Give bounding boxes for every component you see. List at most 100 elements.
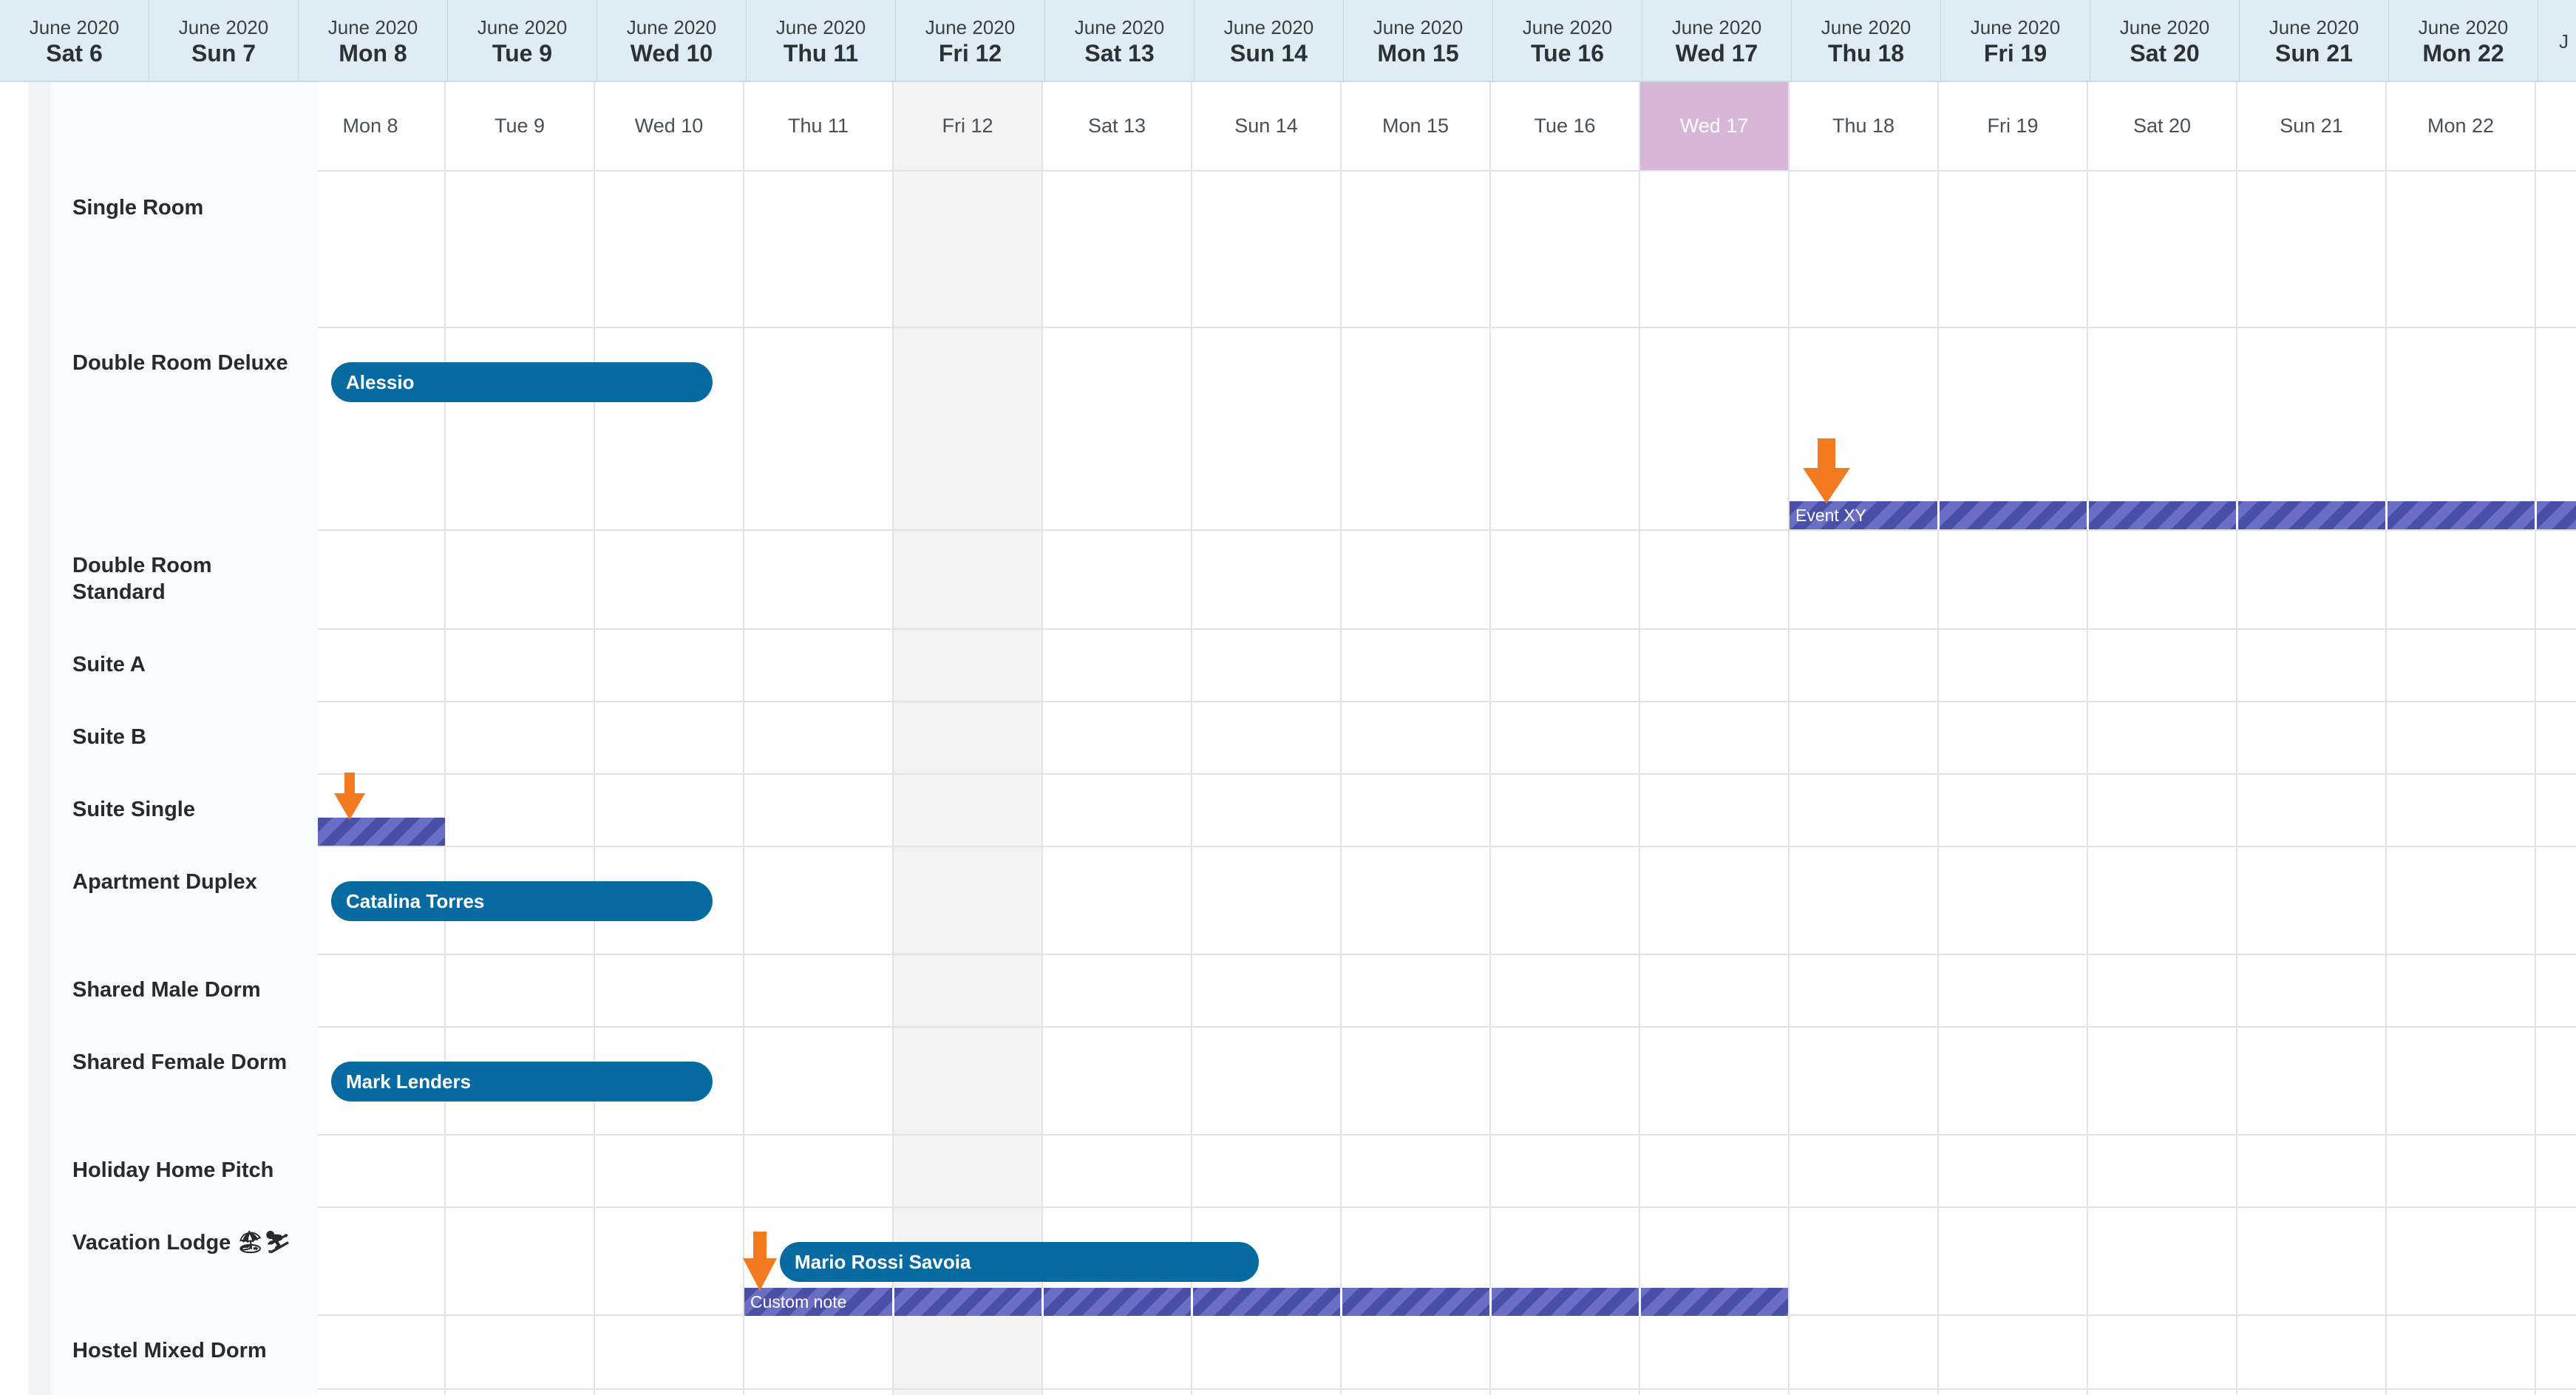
day-label: Mon 15 — [1377, 39, 1459, 67]
day-subheader: Tue 9 — [494, 115, 546, 137]
day-separator — [2385, 501, 2388, 529]
day-subheader: Sat 20 — [2132, 115, 2192, 137]
room-label[interactable]: Hostel Mixed Dorm — [72, 1337, 309, 1364]
row-line — [318, 1026, 2576, 1028]
grid-line — [1191, 82, 1192, 1395]
date-header-col[interactable]: June 2020 Sun 14 — [1194, 0, 1344, 82]
date-header-col[interactable]: June 2020 Mon 8 — [299, 0, 448, 82]
day-subheader: Wed 10 — [634, 115, 704, 137]
day-label: Sun 14 — [1230, 39, 1308, 67]
month-label: June 2020 — [178, 16, 269, 38]
grid-line — [1937, 82, 1939, 1395]
day-separator — [1191, 1288, 1193, 1316]
grid-line — [2535, 82, 2536, 1395]
row-line — [318, 1206, 2576, 1208]
grid-line — [2236, 82, 2237, 1395]
month-label: June 2020 — [29, 16, 120, 38]
event-label: Event XY — [1795, 506, 1866, 525]
month-label: June 2020 — [1373, 16, 1464, 38]
month-label: June 2020 — [626, 16, 717, 38]
day-label: Thu 11 — [783, 39, 859, 67]
day-separator — [1041, 1288, 1044, 1316]
date-header-col[interactable]: June 2020 Tue 9 — [448, 0, 597, 82]
day-label: Tue 9 — [492, 39, 553, 67]
day-subheader: Sun 14 — [1234, 115, 1298, 137]
event-bar[interactable] — [318, 818, 445, 846]
room-label[interactable]: Double Room Deluxe — [72, 350, 309, 376]
month-label: June 2020 — [1074, 16, 1165, 38]
month-label: June 2020 — [1970, 16, 2061, 38]
room-list: Single Room Double Room Deluxe Double Ro… — [50, 82, 318, 1395]
date-header-col[interactable]: June 2020 Mon 22 — [2389, 0, 2538, 82]
day-separator — [1340, 1288, 1342, 1316]
day-separator — [1639, 1288, 1641, 1316]
month-label: June 2020 — [327, 16, 418, 38]
room-label[interactable]: Apartment Duplex — [72, 869, 309, 895]
date-header-col[interactable]: June 2020 Sat 13 — [1045, 0, 1194, 82]
day-subheader: Tue 16 — [1534, 115, 1596, 137]
date-header-col[interactable]: June 2020 Sat 6 — [0, 0, 149, 82]
room-label[interactable]: Double Room Standard — [72, 552, 309, 605]
room-label[interactable]: Suite Single — [72, 796, 309, 823]
row-line — [318, 170, 2576, 172]
day-subheader: Mon 22 — [2427, 115, 2495, 137]
day-subheader: Sat 13 — [1087, 115, 1146, 137]
event-bar[interactable]: Custom note — [744, 1288, 1788, 1316]
grid-line — [892, 82, 894, 1395]
date-header-col[interactable]: June 2020 Fri 19 — [1941, 0, 2090, 82]
row-line — [318, 773, 2576, 775]
room-label[interactable]: Suite A — [72, 651, 309, 678]
date-header-col[interactable]: June 2020 Sun 21 — [2240, 0, 2389, 82]
room-label[interactable]: Holiday Home Pitch — [72, 1157, 309, 1184]
row-line — [318, 628, 2576, 630]
month-label: June 2020 — [925, 16, 1016, 38]
date-header-col[interactable]: June 2020 Wed 17 — [1642, 0, 1792, 82]
day-label: Thu 18 — [1827, 39, 1905, 67]
date-header-col[interactable]: June 2020 Thu 18 — [1792, 0, 1941, 82]
grid-line — [2087, 82, 2088, 1395]
date-header-col[interactable]: June 2020 Tue 16 — [1493, 0, 1642, 82]
date-header-col[interactable]: June 2020 Sat 20 — [2090, 0, 2240, 82]
date-header-col[interactable]: June 2020 Sun 7 — [149, 0, 299, 82]
room-label[interactable]: Single Room — [72, 194, 309, 221]
row-line — [318, 701, 2576, 702]
date-header-col[interactable]: June 2020 Thu 11 — [747, 0, 896, 82]
arrow-down-icon — [743, 1232, 777, 1291]
grid-line — [2385, 82, 2387, 1395]
booking-bar[interactable]: Alessio — [331, 362, 713, 402]
month-label: June 2020 — [1522, 16, 1613, 38]
room-label[interactable]: Shared Female Dorm — [72, 1049, 309, 1076]
day-separator — [2535, 501, 2537, 529]
month-label: J — [2559, 30, 2569, 52]
booking-grid[interactable]: Mon 8 Tue 9 Wed 10 Thu 11 Fri 12 Sat 13 … — [318, 82, 2576, 1395]
arrow-down-icon — [1803, 438, 1850, 503]
month-label: June 2020 — [2269, 16, 2359, 38]
day-label: Mon 22 — [2422, 39, 2504, 67]
left-scroll-edge — [28, 82, 50, 1395]
day-subheader: Mon 15 — [1382, 115, 1450, 137]
booking-bar[interactable]: Catalina Torres — [331, 881, 713, 921]
date-header-col[interactable]: June 2020 Mon 15 — [1344, 0, 1493, 82]
date-header: June 2020 Sat 6 June 2020 Sun 7 June 2020 M… — [0, 0, 2576, 82]
grid-line — [1639, 82, 1640, 1395]
day-label: Fri 19 — [1983, 39, 2047, 67]
day-label: Fri 12 — [938, 39, 1002, 67]
booking-bar[interactable]: Mario Rossi Savoia — [780, 1242, 1259, 1282]
room-label[interactable]: Vacation Lodge 🏖⛷ — [72, 1229, 309, 1256]
date-header-col[interactable]: J — [2538, 0, 2576, 82]
day-label: Sun 21 — [2275, 39, 2353, 67]
row-line — [318, 846, 2576, 847]
month-label: June 2020 — [775, 16, 866, 38]
weekend-shade — [894, 82, 1043, 1395]
day-separator — [2087, 501, 2089, 529]
day-subheader: Mon 8 — [342, 115, 398, 137]
booking-bar[interactable]: Mark Lenders — [331, 1062, 713, 1102]
month-label: June 2020 — [1671, 16, 1762, 38]
room-label[interactable]: Shared Male Dorm — [72, 977, 309, 1003]
day-separator — [2236, 501, 2238, 529]
date-header-col[interactable]: June 2020 Wed 10 — [597, 0, 747, 82]
month-label: June 2020 — [2418, 16, 2509, 38]
event-bar[interactable]: Event XY — [1790, 501, 2576, 529]
date-header-col[interactable]: June 2020 Fri 12 — [896, 0, 1045, 82]
room-label[interactable]: Suite B — [72, 724, 309, 750]
